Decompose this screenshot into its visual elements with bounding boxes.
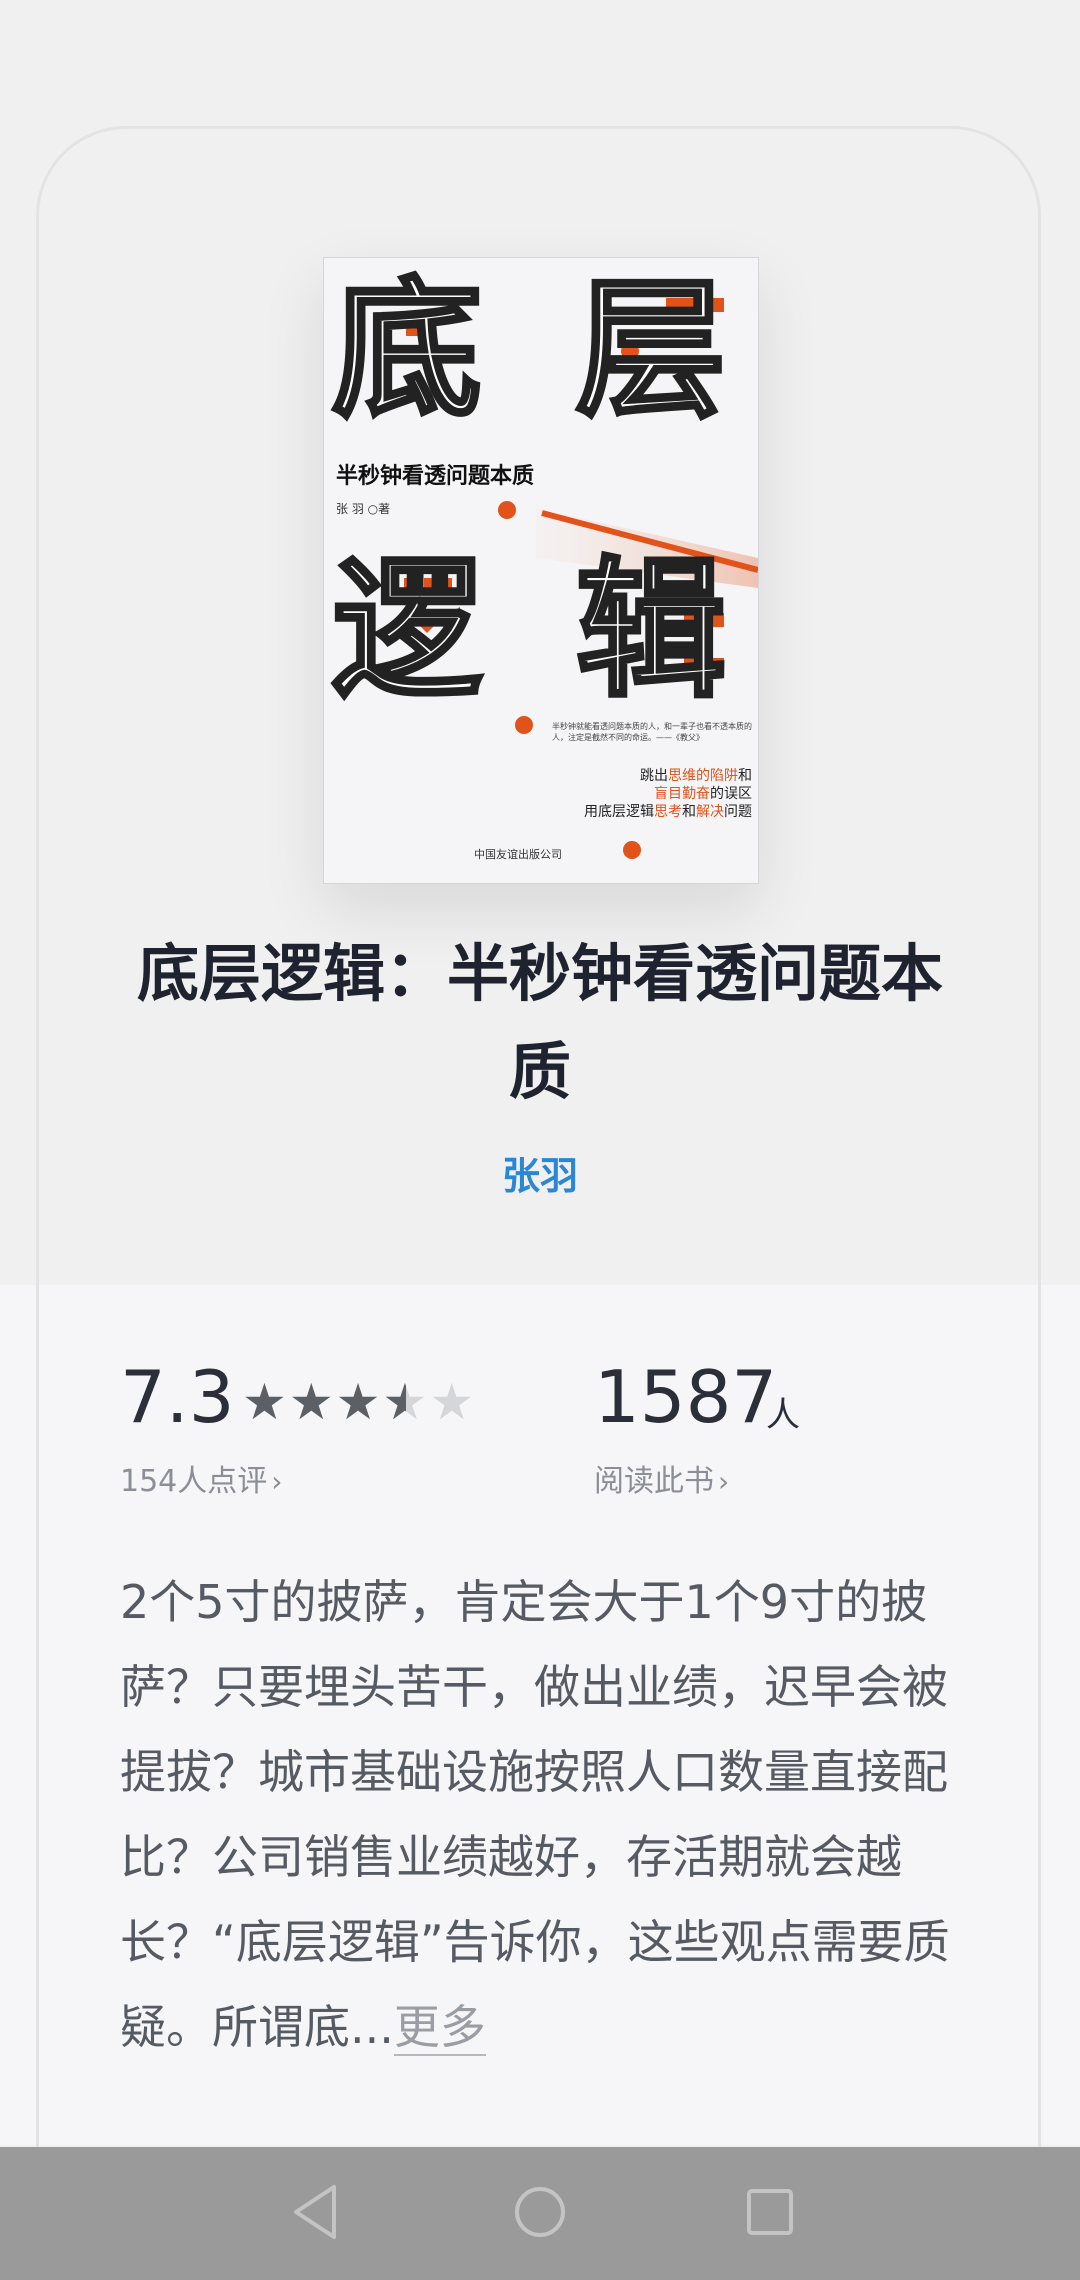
tag-text: 用底层逻辑 [584, 804, 654, 820]
cover-char-1: 底 [330, 264, 484, 438]
cover-tagline-3: 用底层逻辑思考和解决问题 [524, 804, 752, 821]
home-circle-icon[interactable] [505, 2177, 575, 2247]
tag-highlight: 盲目勤奋 [654, 786, 710, 802]
tag-highlight: 思维的陷阱 [668, 768, 738, 784]
cover-quote: 半秒钟就能看透问题本质的人，和一辈子也看不透本质的人，注定是截然不同的命运。——… [552, 722, 752, 742]
tag-text: 和 [682, 804, 696, 820]
chevron-right-icon: › [271, 1465, 283, 1498]
readers-count: 1587 [594, 1355, 778, 1439]
cover-publisher: 中国友谊出版公司 [474, 848, 562, 861]
star-full-icon: ★ [288, 1373, 336, 1431]
readers-link[interactable]: 阅读此书 › [594, 1456, 729, 1500]
cover-author: 张 羽 ○著 [336, 502, 391, 516]
tag-highlight: 解决 [696, 804, 724, 820]
book-author-link[interactable]: 张羽 [0, 1145, 1080, 1200]
cover-subtitle: 半秒钟看透问题本质 [336, 464, 535, 489]
system-navigation-bar [0, 2147, 1080, 2280]
more-link[interactable]: 更多 [393, 2000, 486, 2056]
description-text: 2个5寸的披萨，肯定会大于1个9寸的披萨？只要埋头苦干，做出业绩，迟早会被提拔？… [120, 1575, 950, 2054]
rating-count-link[interactable]: 154人点评 › [120, 1456, 282, 1500]
back-triangle-icon[interactable] [282, 2177, 352, 2247]
readers-label: 阅读此书 [594, 1464, 714, 1499]
recent-square-icon[interactable] [735, 2177, 805, 2247]
cover-tagline-1: 跳出思维的陷阱和 [524, 768, 752, 785]
book-description: 2个5寸的披萨，肯定会大于1个9寸的披萨？只要埋头苦干，做出业绩，迟早会被提拔？… [120, 1560, 960, 2070]
tag-text: 和 [738, 768, 752, 784]
star-half-icon: ★ [382, 1373, 429, 1431]
cover-tagline-2: 盲目勤奋的误区 [524, 786, 752, 803]
rating-count-label: 154人点评 [120, 1464, 268, 1499]
tag-text: 跳出 [640, 768, 668, 784]
star-full-icon: ★ [335, 1373, 383, 1431]
cover-char-3: 逻 [330, 544, 484, 718]
rating-stars: ★★★★ ★ [242, 1373, 476, 1431]
tag-highlight: 思考 [654, 804, 682, 820]
readers-unit: 人 [766, 1395, 800, 1435]
cover-char-2: 层 [574, 264, 728, 438]
cover-char-4: 辑 [574, 544, 728, 718]
rating-score: 7.3 [120, 1355, 235, 1439]
star-full-icon: ★ [242, 1373, 289, 1431]
tag-text: 问题 [724, 804, 752, 820]
star-empty-icon: ★ [429, 1373, 477, 1431]
chevron-right-icon: › [718, 1465, 730, 1498]
book-cover[interactable]: 底 层 逻 辑 半秒钟看透问题本质 张 羽 ○著 半秒钟就能看透问题本质的人，和… [323, 257, 759, 884]
tag-text: 的误区 [710, 786, 752, 802]
book-title: 底层逻辑：半秒钟看透问题本质 [136, 937, 943, 1108]
